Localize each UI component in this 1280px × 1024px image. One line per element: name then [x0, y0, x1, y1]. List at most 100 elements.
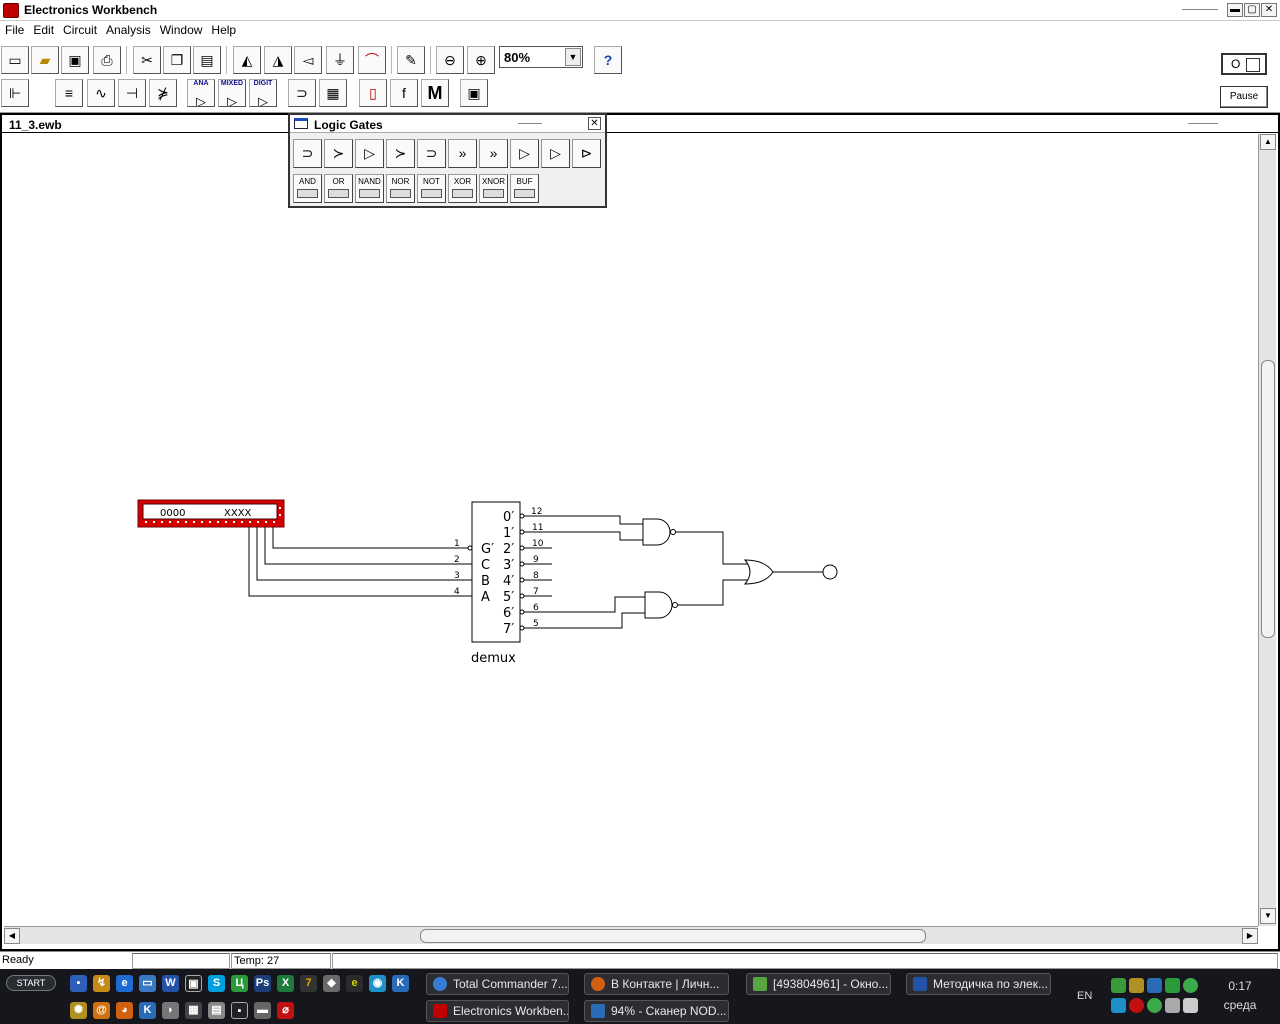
nand-gate-icon[interactable]: ⊃: [417, 139, 446, 168]
app-icon[interactable]: ⌀: [277, 1002, 294, 1019]
zoom-out-icon[interactable]: ⊖: [436, 46, 464, 74]
and-gate-2[interactable]: [644, 591, 678, 619]
desktop-icon[interactable]: ▭: [139, 975, 156, 992]
basic-bin-icon[interactable]: ∿: [87, 79, 115, 107]
scroll-down-icon[interactable]: ▼: [1260, 908, 1276, 924]
mail-icon[interactable]: @: [93, 1002, 110, 1019]
xor-ic-button[interactable]: XOR: [448, 174, 477, 203]
palette-title-bar[interactable]: Logic Gates ✕: [290, 115, 605, 133]
volume-icon[interactable]: [1165, 998, 1180, 1013]
rotate-icon[interactable]: ◭: [233, 46, 261, 74]
and-gate-icon[interactable]: ⊃: [293, 139, 322, 168]
flip-horizontal-icon[interactable]: ◮: [264, 46, 292, 74]
taskbar-item[interactable]: Total Commander 7....: [426, 973, 569, 995]
app-icon[interactable]: ▦: [185, 1002, 202, 1019]
demux-chip[interactable]: G′ C B A 0′ 1′ 2′ 3′ 4′ 5′ 6′ 7′ demux: [471, 501, 521, 666]
save-quicklaunch-icon[interactable]: ▪: [70, 975, 87, 992]
not-ic-button[interactable]: NOT: [417, 174, 446, 203]
indicators-bin-icon[interactable]: ▯: [359, 79, 387, 107]
scroll-right-icon[interactable]: ▶: [1242, 928, 1258, 944]
taskbar-item[interactable]: Electronics Workben...: [426, 1000, 569, 1022]
photoshop-icon[interactable]: Ps: [254, 975, 271, 992]
menu-analysis[interactable]: Analysis: [101, 21, 155, 37]
digital-ics-icon[interactable]: DIGIT ▷: [249, 79, 277, 107]
nand-ic-button[interactable]: NAND: [355, 174, 384, 203]
ie-icon[interactable]: e: [116, 975, 133, 992]
help-icon[interactable]: ?: [594, 46, 622, 74]
tray-icon[interactable]: [1165, 978, 1180, 993]
taskbar-item[interactable]: 94% - Сканер NOD...: [584, 1000, 729, 1022]
menu-help[interactable]: Help: [206, 21, 240, 37]
tray-icon[interactable]: [1111, 978, 1126, 993]
diodes-bin-icon[interactable]: ⊣: [118, 79, 146, 107]
app-icon[interactable]: e: [346, 975, 363, 992]
menu-window[interactable]: Window: [155, 21, 207, 37]
instruments-bin-icon[interactable]: ▣: [460, 79, 488, 107]
miscellaneous-bin-icon[interactable]: M: [421, 79, 449, 107]
and-ic-button[interactable]: AND: [293, 174, 322, 203]
word-icon[interactable]: W: [162, 975, 179, 992]
tristate-buffer-icon[interactable]: ▷: [541, 139, 570, 168]
cut-icon[interactable]: ✂: [133, 46, 161, 74]
graph-icon[interactable]: ⌒: [358, 46, 386, 74]
start-button[interactable]: START: [6, 975, 56, 991]
digital-bin-icon[interactable]: ▦: [319, 79, 347, 107]
app-icon[interactable]: ▤: [208, 1002, 225, 1019]
tray-icon[interactable]: [1129, 998, 1144, 1013]
power-switch[interactable]: O: [1221, 53, 1267, 75]
pause-button[interactable]: Pause: [1220, 86, 1268, 108]
favorites-bin-icon[interactable]: ⊩: [1, 79, 29, 107]
tray-icon[interactable]: [1183, 998, 1198, 1013]
close-button[interactable]: ✕: [1261, 3, 1277, 17]
nor-gate-icon[interactable]: ≻: [386, 139, 415, 168]
output-probe[interactable]: [822, 564, 838, 580]
clock[interactable]: 0:17: [1220, 979, 1260, 993]
horizontal-scrollbar[interactable]: ◀ ▶: [4, 926, 1258, 944]
or-ic-button[interactable]: OR: [324, 174, 353, 203]
app-quicklaunch-icon[interactable]: ↯: [93, 975, 110, 992]
horizontal-scroll-thumb[interactable]: [420, 929, 926, 943]
maximize-button[interactable]: ▢: [1244, 3, 1260, 17]
app-icon[interactable]: [3, 3, 19, 18]
buffer-icon[interactable]: ▷: [510, 139, 539, 168]
app-icon[interactable]: ▬: [254, 1002, 271, 1019]
component-properties-icon[interactable]: ⏚: [326, 46, 354, 74]
paste-icon[interactable]: ▤: [193, 46, 221, 74]
excel-icon[interactable]: X: [277, 975, 294, 992]
taskbar-item[interactable]: [493804961] - Окно...: [746, 973, 891, 995]
vertical-scroll-thumb[interactable]: [1261, 360, 1275, 638]
transistors-bin-icon[interactable]: ⋡: [149, 79, 177, 107]
or-gate[interactable]: [743, 559, 774, 585]
create-subcircuit-icon[interactable]: ✎: [397, 46, 425, 74]
network-icon[interactable]: [1147, 978, 1162, 993]
app-icon[interactable]: ✺: [70, 1002, 87, 1019]
app-icon[interactable]: ◗: [162, 1002, 179, 1019]
app-icon[interactable]: ▣: [185, 975, 202, 992]
minimize-button[interactable]: ▬: [1227, 3, 1243, 17]
app-icon[interactable]: ◉: [369, 975, 386, 992]
language-indicator[interactable]: EN: [1077, 990, 1092, 1002]
zoom-select[interactable]: 80% ▼: [499, 46, 583, 68]
copy-icon[interactable]: ❐: [163, 46, 191, 74]
nor-ic-button[interactable]: NOR: [386, 174, 415, 203]
or-gate-icon[interactable]: ≻: [324, 139, 353, 168]
taskbar-item[interactable]: Методичка по элек...: [906, 973, 1051, 995]
xor-gate-icon[interactable]: »: [448, 139, 477, 168]
menu-circuit[interactable]: Circuit: [58, 21, 101, 37]
circuit-canvas[interactable]: 0000 XXXX 1 2 3 4 G′ C B A 0′ 1′ 2′ 3′ 4…: [4, 134, 1258, 926]
new-file-icon[interactable]: ▭: [1, 46, 29, 74]
firefox-icon[interactable]: ◕: [116, 1002, 133, 1019]
analog-ics-icon[interactable]: ANA ▷: [187, 79, 215, 107]
vertical-scrollbar[interactable]: ▲ ▼: [1258, 134, 1276, 926]
controls-bin-icon[interactable]: f: [390, 79, 418, 107]
save-icon[interactable]: ▣: [61, 46, 89, 74]
xnor-gate-icon[interactable]: »: [479, 139, 508, 168]
tray-icon[interactable]: [1147, 998, 1162, 1013]
app-icon[interactable]: Ц: [231, 975, 248, 992]
buf-ic-button[interactable]: BUF: [510, 174, 539, 203]
tray-icon[interactable]: [1129, 978, 1144, 993]
open-folder-icon[interactable]: ▰: [31, 46, 59, 74]
menu-edit[interactable]: Edit: [28, 21, 58, 37]
tray-icon[interactable]: [1111, 998, 1126, 1013]
mixed-ics-icon[interactable]: MIXED ▷: [218, 79, 246, 107]
